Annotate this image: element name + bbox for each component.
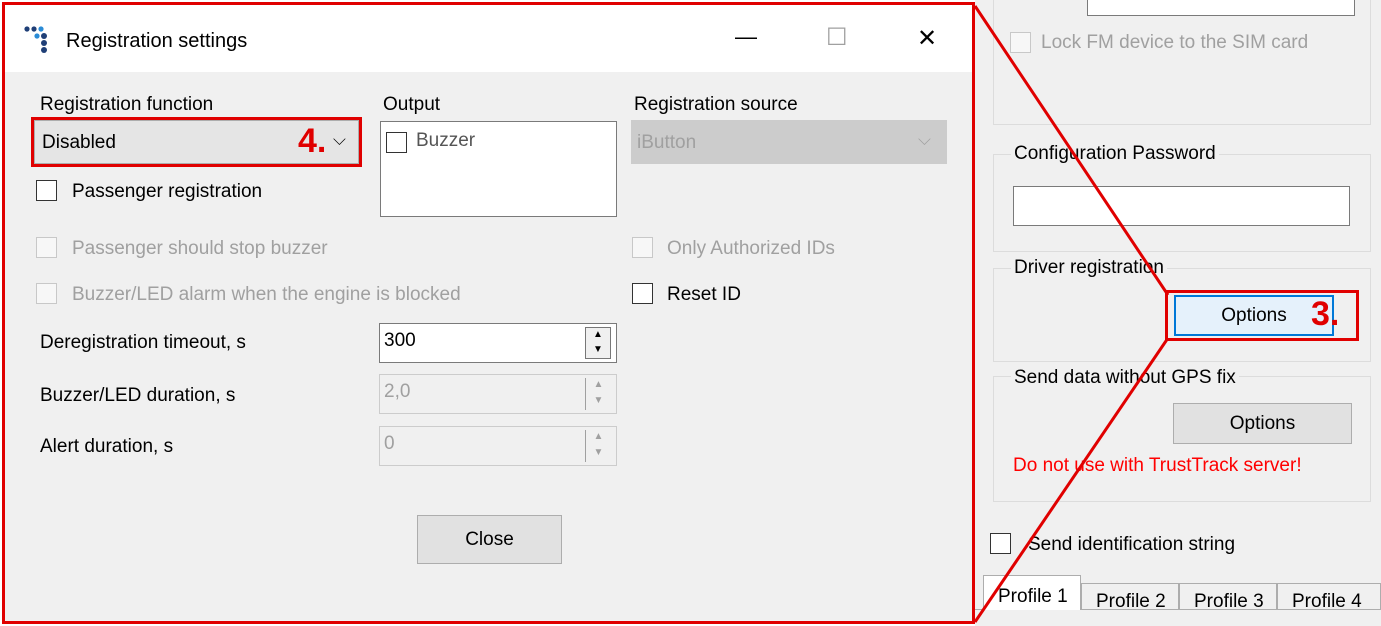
dialog-callout-frame [2,2,975,624]
connector-line-bottom [973,337,1170,623]
connector-line-top [973,5,1170,296]
